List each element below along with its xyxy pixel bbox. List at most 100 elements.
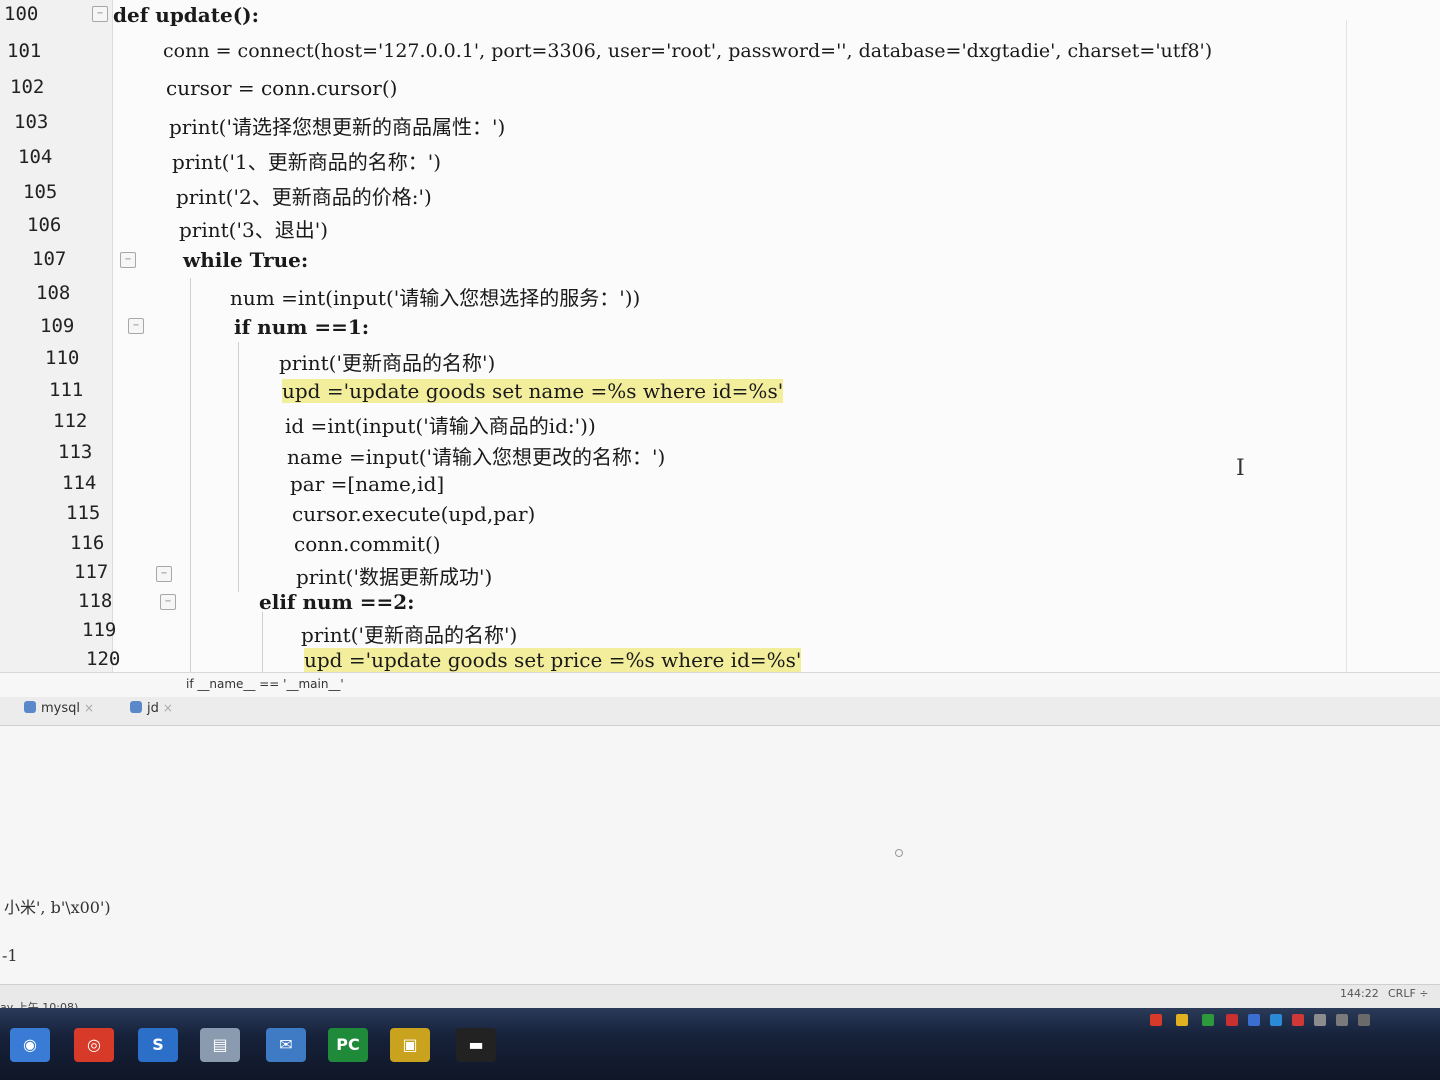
code-line: 101 conn = connect(host='127.0.0.1', port… bbox=[0, 40, 1440, 72]
line-number: 116 bbox=[70, 532, 105, 554]
tray-app-icon[interactable] bbox=[1150, 1014, 1162, 1026]
status-bar: ay 上午 10:08) 144:22 CRLF ÷ bbox=[0, 984, 1440, 1014]
line-number: 118 bbox=[78, 590, 113, 612]
run-console[interactable]: 小米', b'\x00') -1 bbox=[0, 726, 1440, 984]
line-number: 105 bbox=[23, 181, 58, 203]
code-line: 120 upd ='update goods set price =%s wher… bbox=[0, 648, 1440, 672]
breadcrumb[interactable]: if __name__ == '__main__' bbox=[0, 672, 1440, 697]
line-code[interactable]: print('更新商品的名称') bbox=[279, 347, 495, 376]
code-line: 111 upd ='update goods set name =%s where… bbox=[0, 379, 1440, 411]
code-line: 106 print('3、退出') bbox=[0, 214, 1440, 246]
line-number: 110 bbox=[45, 347, 80, 369]
code-line: 118 elif num ==2: bbox=[0, 590, 1440, 622]
tray-app-icon[interactable] bbox=[1292, 1014, 1304, 1026]
line-code[interactable]: print('2、更新商品的价格:') bbox=[176, 181, 432, 210]
line-number: 120 bbox=[86, 648, 121, 670]
code-line: 100 def update(): bbox=[0, 3, 1440, 35]
line-code[interactable]: while True: bbox=[183, 248, 308, 272]
pycharm-label: PC bbox=[336, 1035, 360, 1054]
pycharm-app-icon[interactable]: PC bbox=[328, 1028, 368, 1062]
battery-icon[interactable] bbox=[1358, 1014, 1370, 1026]
tray-app-icon[interactable] bbox=[1270, 1014, 1282, 1026]
line-code[interactable]: name =input('请输入您想更改的名称：') bbox=[287, 441, 665, 470]
media-app-icon[interactable]: ◎ bbox=[74, 1028, 114, 1062]
line-code[interactable]: cursor = conn.cursor() bbox=[166, 76, 397, 100]
console-output-line: 小米', b'\x00') bbox=[4, 898, 111, 917]
line-code[interactable]: print('数据更新成功') bbox=[296, 561, 492, 590]
code-editor[interactable]: − − − − − 100 def update(): 101 conn = con… bbox=[0, 0, 1440, 672]
file-manager-icon[interactable]: ▤ bbox=[200, 1028, 240, 1062]
windows-taskbar: ◉ ◎ S ▤ ✉ PC ▣ ▬ bbox=[0, 1008, 1440, 1080]
mouse-pointer-icon bbox=[895, 849, 903, 857]
line-code[interactable]: id =int(input('请输入商品的id:')) bbox=[285, 410, 596, 439]
volume-icon[interactable] bbox=[1336, 1014, 1348, 1026]
line-number: 109 bbox=[40, 315, 75, 337]
line-code[interactable]: conn.commit() bbox=[294, 532, 441, 556]
code-line: 109 if num ==1: bbox=[0, 315, 1440, 347]
code-line: 115 cursor.execute(upd,par) bbox=[0, 502, 1440, 534]
line-number: 101 bbox=[7, 40, 42, 62]
line-number: 114 bbox=[62, 472, 97, 494]
console-output-line: -1 bbox=[2, 946, 18, 965]
close-icon[interactable]: × bbox=[84, 701, 94, 715]
tray-app-icon[interactable] bbox=[1202, 1014, 1214, 1026]
code-area[interactable]: 100 def update(): 101 conn = connect(host=… bbox=[0, 0, 1440, 672]
line-number: 107 bbox=[32, 248, 67, 270]
code-line: 104 print('1、更新商品的名称：') bbox=[0, 146, 1440, 178]
run-tabs: mysql × jd × bbox=[0, 697, 1440, 726]
tray-app-icon[interactable] bbox=[1176, 1014, 1188, 1026]
line-code[interactable]: print('请选择您想更新的商品属性：') bbox=[169, 111, 505, 140]
line-code[interactable]: par =[name,id] bbox=[290, 472, 444, 496]
line-number: 108 bbox=[36, 282, 71, 304]
line-number: 100 bbox=[4, 3, 39, 25]
text-cursor-icon: I bbox=[1236, 456, 1245, 481]
code-line: 117 print('数据更新成功') bbox=[0, 561, 1440, 593]
code-line: 105 print('2、更新商品的价格:') bbox=[0, 181, 1440, 213]
tray-app-icon[interactable] bbox=[1226, 1014, 1238, 1026]
line-number: 119 bbox=[82, 619, 117, 641]
line-ending-indicator[interactable]: CRLF ÷ bbox=[1388, 987, 1429, 1000]
chat-app-icon[interactable]: ✉ bbox=[266, 1028, 306, 1062]
line-number: 104 bbox=[18, 146, 53, 168]
breadcrumb-item[interactable]: if __name__ == '__main__' bbox=[186, 677, 344, 691]
network-icon[interactable] bbox=[1314, 1014, 1326, 1026]
line-number: 113 bbox=[58, 441, 93, 463]
line-code[interactable]: print('更新商品的名称') bbox=[301, 619, 517, 648]
sogou-app-icon[interactable]: S bbox=[138, 1028, 178, 1062]
tab-label: mysql bbox=[41, 701, 80, 716]
code-line: 114 par =[name,id] bbox=[0, 472, 1440, 504]
code-line: 107 while True: bbox=[0, 248, 1440, 280]
browser-icon[interactable]: ◉ bbox=[10, 1028, 50, 1062]
code-line: 113 name =input('请输入您想更改的名称：') bbox=[0, 441, 1440, 473]
line-code[interactable]: print('1、更新商品的名称：') bbox=[172, 146, 441, 175]
system-tray bbox=[1140, 1014, 1440, 1036]
window-app-icon[interactable]: ▣ bbox=[390, 1028, 430, 1062]
line-number: 106 bbox=[27, 214, 62, 236]
terminal-icon[interactable]: ▬ bbox=[456, 1028, 496, 1062]
line-code[interactable]: cursor.execute(upd,par) bbox=[292, 502, 535, 526]
python-file-icon bbox=[130, 701, 142, 713]
line-number: 103 bbox=[14, 111, 49, 133]
line-number: 115 bbox=[66, 502, 101, 524]
line-code[interactable]: if num ==1: bbox=[234, 315, 369, 339]
line-code[interactable]: upd ='update goods set price =%s where i… bbox=[304, 648, 802, 672]
line-code[interactable]: print('3、退出') bbox=[179, 214, 328, 243]
code-line: 102 cursor = conn.cursor() bbox=[0, 76, 1440, 108]
code-line: 119 print('更新商品的名称') bbox=[0, 619, 1440, 651]
tab-jd[interactable]: jd × bbox=[130, 701, 173, 721]
line-number: 112 bbox=[53, 410, 88, 432]
tab-label: jd bbox=[147, 701, 159, 716]
code-line: 112 id =int(input('请输入商品的id:')) bbox=[0, 410, 1440, 442]
tray-app-icon[interactable] bbox=[1248, 1014, 1260, 1026]
line-code[interactable]: upd ='update goods set name =%s where id… bbox=[282, 379, 784, 403]
line-code[interactable]: def update(): bbox=[113, 3, 259, 27]
caret-position[interactable]: 144:22 bbox=[1340, 987, 1379, 1000]
close-icon[interactable]: × bbox=[163, 701, 173, 715]
code-line: 103 print('请选择您想更新的商品属性：') bbox=[0, 111, 1440, 143]
line-code[interactable]: num =int(input('请输入您想选择的服务：')) bbox=[230, 282, 640, 311]
python-file-icon bbox=[24, 701, 36, 713]
line-number: 117 bbox=[74, 561, 109, 583]
line-code[interactable]: conn = connect(host='127.0.0.1', port=33… bbox=[163, 40, 1212, 62]
tab-mysql[interactable]: mysql × bbox=[24, 701, 94, 721]
line-code[interactable]: elif num ==2: bbox=[259, 590, 415, 614]
